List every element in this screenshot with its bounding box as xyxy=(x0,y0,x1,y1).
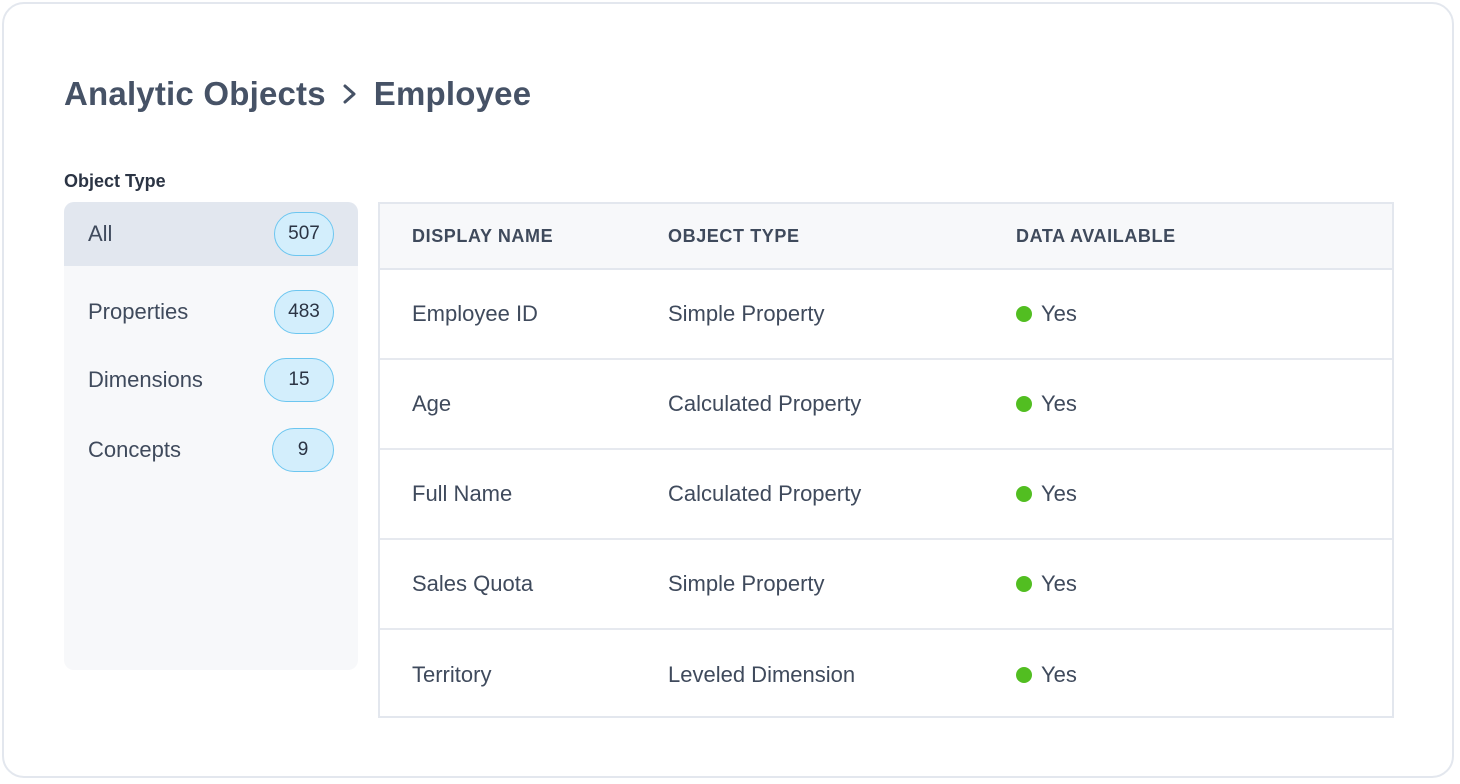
count-badge: 9 xyxy=(272,428,334,472)
filter-item-label: Dimensions xyxy=(88,367,203,392)
availability-text: Yes xyxy=(1041,301,1077,326)
table-row[interactable]: Territory Leveled Dimension Yes xyxy=(380,630,1392,720)
cell-object-type: Simple Property xyxy=(668,571,825,596)
chevron-right-icon xyxy=(336,74,364,114)
breadcrumb: Analytic Objects Employee xyxy=(64,74,531,114)
cell-display-name: Sales Quota xyxy=(412,571,534,596)
table-row[interactable]: Full Name Calculated Property Yes xyxy=(380,450,1392,540)
filter-item-label: Concepts xyxy=(88,437,181,462)
table-row[interactable]: Age Calculated Property Yes xyxy=(380,360,1392,450)
column-header-display-name[interactable]: DISPLAY NAME xyxy=(380,226,668,247)
filter-item-concepts[interactable]: Concepts 9 xyxy=(64,410,358,490)
cell-display-name: Full Name xyxy=(412,481,513,506)
availability-text: Yes xyxy=(1041,481,1077,506)
breadcrumb-current: Employee xyxy=(373,75,532,112)
status-dot-icon xyxy=(1016,306,1032,322)
cell-object-type: Simple Property xyxy=(668,301,825,326)
object-type-label: Object Type xyxy=(64,171,166,191)
availability-text: Yes xyxy=(1041,662,1077,687)
filter-item-label: Properties xyxy=(88,299,189,324)
count-badge: 483 xyxy=(274,290,334,334)
cell-object-type: Calculated Property xyxy=(668,481,862,506)
status-dot-icon xyxy=(1016,576,1032,592)
filter-item-dimensions[interactable]: Dimensions 15 xyxy=(64,350,358,410)
cell-object-type: Leveled Dimension xyxy=(668,662,856,687)
status-dot-icon xyxy=(1016,396,1032,412)
cell-display-name: Territory xyxy=(412,662,492,687)
filter-item-properties[interactable]: Properties 483 xyxy=(64,266,358,350)
cell-object-type: Calculated Property xyxy=(668,391,862,416)
breadcrumb-parent[interactable]: Analytic Objects xyxy=(64,75,326,113)
status-dot-icon xyxy=(1016,667,1032,683)
table-row[interactable]: Employee ID Simple Property Yes xyxy=(380,270,1392,360)
count-badge: 15 xyxy=(264,358,334,402)
column-header-data-available[interactable]: DATA AVAILABLE xyxy=(1016,226,1392,247)
availability-text: Yes xyxy=(1041,571,1077,596)
cell-data-available: Yes xyxy=(1016,391,1392,417)
column-header-object-type[interactable]: OBJECT TYPE xyxy=(668,226,1016,247)
cell-data-available: Yes xyxy=(1016,571,1392,597)
object-type-filter: All 507 Properties 483 Dimensions 15 Con… xyxy=(64,202,358,670)
availability-text: Yes xyxy=(1041,391,1077,416)
filter-item-all[interactable]: All 507 xyxy=(64,202,358,266)
cell-display-name: Age xyxy=(412,391,452,416)
cell-data-available: Yes xyxy=(1016,662,1392,688)
cell-data-available: Yes xyxy=(1016,481,1392,507)
filter-item-label: All xyxy=(88,221,113,246)
count-badge: 507 xyxy=(274,212,334,256)
table-header: DISPLAY NAME OBJECT TYPE DATA AVAILABLE xyxy=(380,204,1392,270)
cell-display-name: Employee ID xyxy=(412,301,538,326)
objects-table: DISPLAY NAME OBJECT TYPE DATA AVAILABLE … xyxy=(378,202,1394,718)
status-dot-icon xyxy=(1016,486,1032,502)
table-row[interactable]: Sales Quota Simple Property Yes xyxy=(380,540,1392,630)
cell-data-available: Yes xyxy=(1016,301,1392,327)
